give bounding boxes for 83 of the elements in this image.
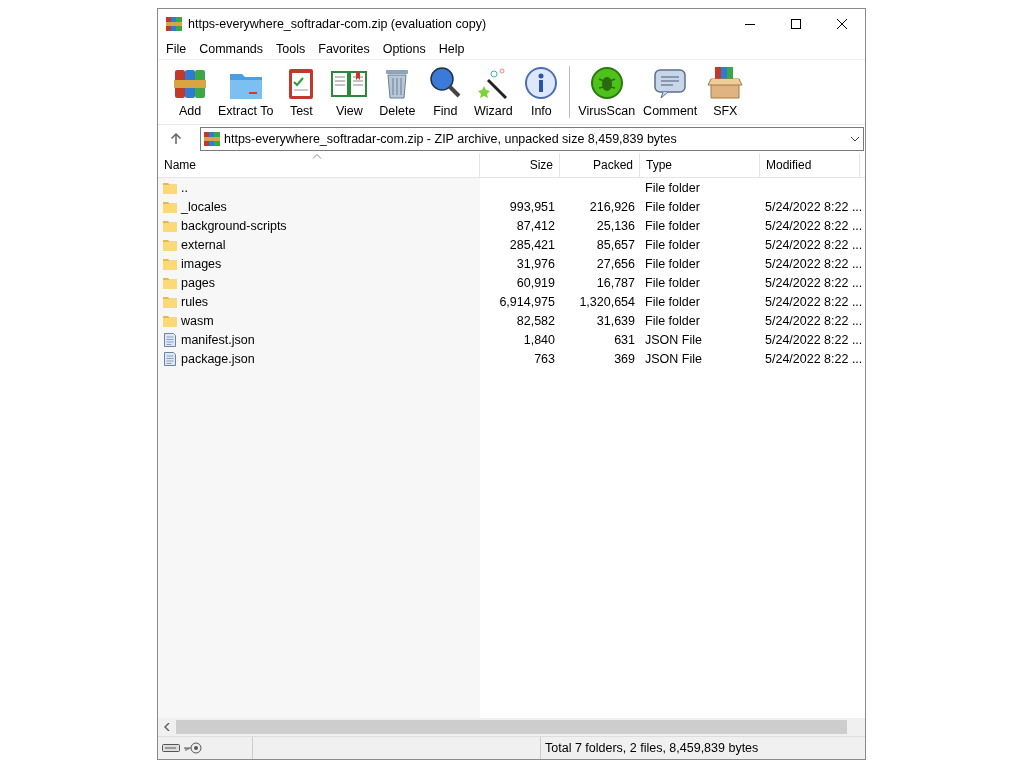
table-cell: 5/24/2022 8:22 ... [765,332,863,347]
table-cell: File folder [645,294,700,309]
table-cell: 5/24/2022 8:22 ... [765,218,863,233]
file-name[interactable]: .. [181,180,188,195]
column-header[interactable]: Type [640,153,760,177]
table-cell: 31,639 [596,313,635,328]
table-cell: 27,656 [596,256,635,271]
table-cell: 5/24/2022 8:22 ... [765,199,863,214]
table-cell: 5/24/2022 8:22 ... [765,294,863,309]
toolbar-button[interactable]: Comment [639,60,702,118]
table-cell: 216,926 [589,199,635,214]
menu-item[interactable]: Tools [270,41,313,57]
sort-ascending-icon [312,153,322,159]
table-cell: 993,951 [509,199,555,214]
table-cell: 631 [614,332,635,347]
file-name[interactable]: external [181,237,226,252]
toolbar-button[interactable]: View [325,60,374,118]
table-cell: 1,840 [523,332,555,347]
file-name[interactable]: manifest.json [181,332,255,347]
file-name[interactable]: rules [181,294,209,309]
table-cell: 16,787 [596,275,635,290]
close-icon [837,19,847,29]
table-cell: 5/24/2022 8:22 ... [765,313,863,328]
status-text: Total 7 folders, 2 files, 8,459,839 bytes [544,741,760,755]
horizontal-scrollbar[interactable] [158,718,865,736]
table-cell: 5/24/2022 8:22 ... [765,351,863,366]
toolbar-button[interactable]: Add [166,60,214,118]
menu-item[interactable]: Commands [193,41,271,57]
file-name[interactable]: images [181,256,222,271]
table-cell: File folder [645,237,700,252]
file-name[interactable]: pages [181,275,216,290]
table-cell: 763 [534,351,555,366]
drive-icon [162,743,180,753]
table-cell: 5/24/2022 8:22 ... [765,237,863,252]
table-cell: File folder [645,199,700,214]
window-title: https-everywhere_softradar-com.zip (evaluation copy) [188,17,488,31]
table-cell: 5/24/2022 8:22 ... [765,275,863,290]
menu-item[interactable]: File [160,41,194,57]
table-cell: 285,421 [509,237,555,252]
table-cell: 31,976 [516,256,555,271]
toolbar-button[interactable]: Find [421,60,470,118]
box-archive-icon [706,64,745,102]
document-icon [162,331,178,348]
column-header[interactable]: Modified [760,153,860,177]
table-cell: File folder [645,256,700,271]
archive-icon [204,131,220,147]
table-cell: 60,919 [516,275,555,290]
menu-item[interactable]: Options [376,41,433,57]
menu-item[interactable]: Favorites [312,41,377,57]
file-name[interactable]: _locales [181,199,227,214]
archive-icon [166,16,182,32]
table-cell: File folder [645,218,700,233]
file-name[interactable]: package.json [181,351,255,366]
table-cell: 85,657 [596,237,635,252]
toolbar-button[interactable]: Wizard [469,60,518,118]
table-cell: 82,582 [516,313,555,328]
menu-item[interactable]: Help [432,41,472,57]
table-cell: 25,136 [596,218,635,233]
column-header[interactable]: Size [480,153,560,177]
table-cell: File folder [645,180,700,195]
column-header[interactable]: Packed [560,153,640,177]
toolbar-button[interactable]: Test [277,60,326,118]
table-cell: JSON File [645,351,702,366]
table-cell: 369 [614,351,635,366]
table-cell: 5/24/2022 8:22 ... [765,256,863,271]
toolbar-button[interactable]: SFX [701,60,750,118]
table-cell: File folder [645,275,700,290]
toolbar-button[interactable]: Info [517,60,566,118]
maximize-icon [791,19,801,29]
table-cell: 6,914,975 [499,294,555,309]
address-field[interactable]: https-everywhere_softradar-com.zip - ZIP archive, unpacked size 8,459,839 bytes [200,127,864,151]
up-arrow-icon [170,133,182,145]
table-cell: 1,320,654 [579,294,635,309]
key-icon [184,742,202,754]
table-cell: JSON File [645,332,702,347]
toolbar-button[interactable]: Delete [373,60,422,118]
column-header[interactable]: Name [158,153,480,177]
document-icon [162,350,178,367]
table-cell: 87,412 [516,218,555,233]
table-cell: File folder [645,313,700,328]
toolbar-button[interactable]: Extract To [214,60,278,118]
toolbar-button[interactable]: VirusScan [574,60,640,118]
file-name[interactable]: wasm [181,313,214,328]
